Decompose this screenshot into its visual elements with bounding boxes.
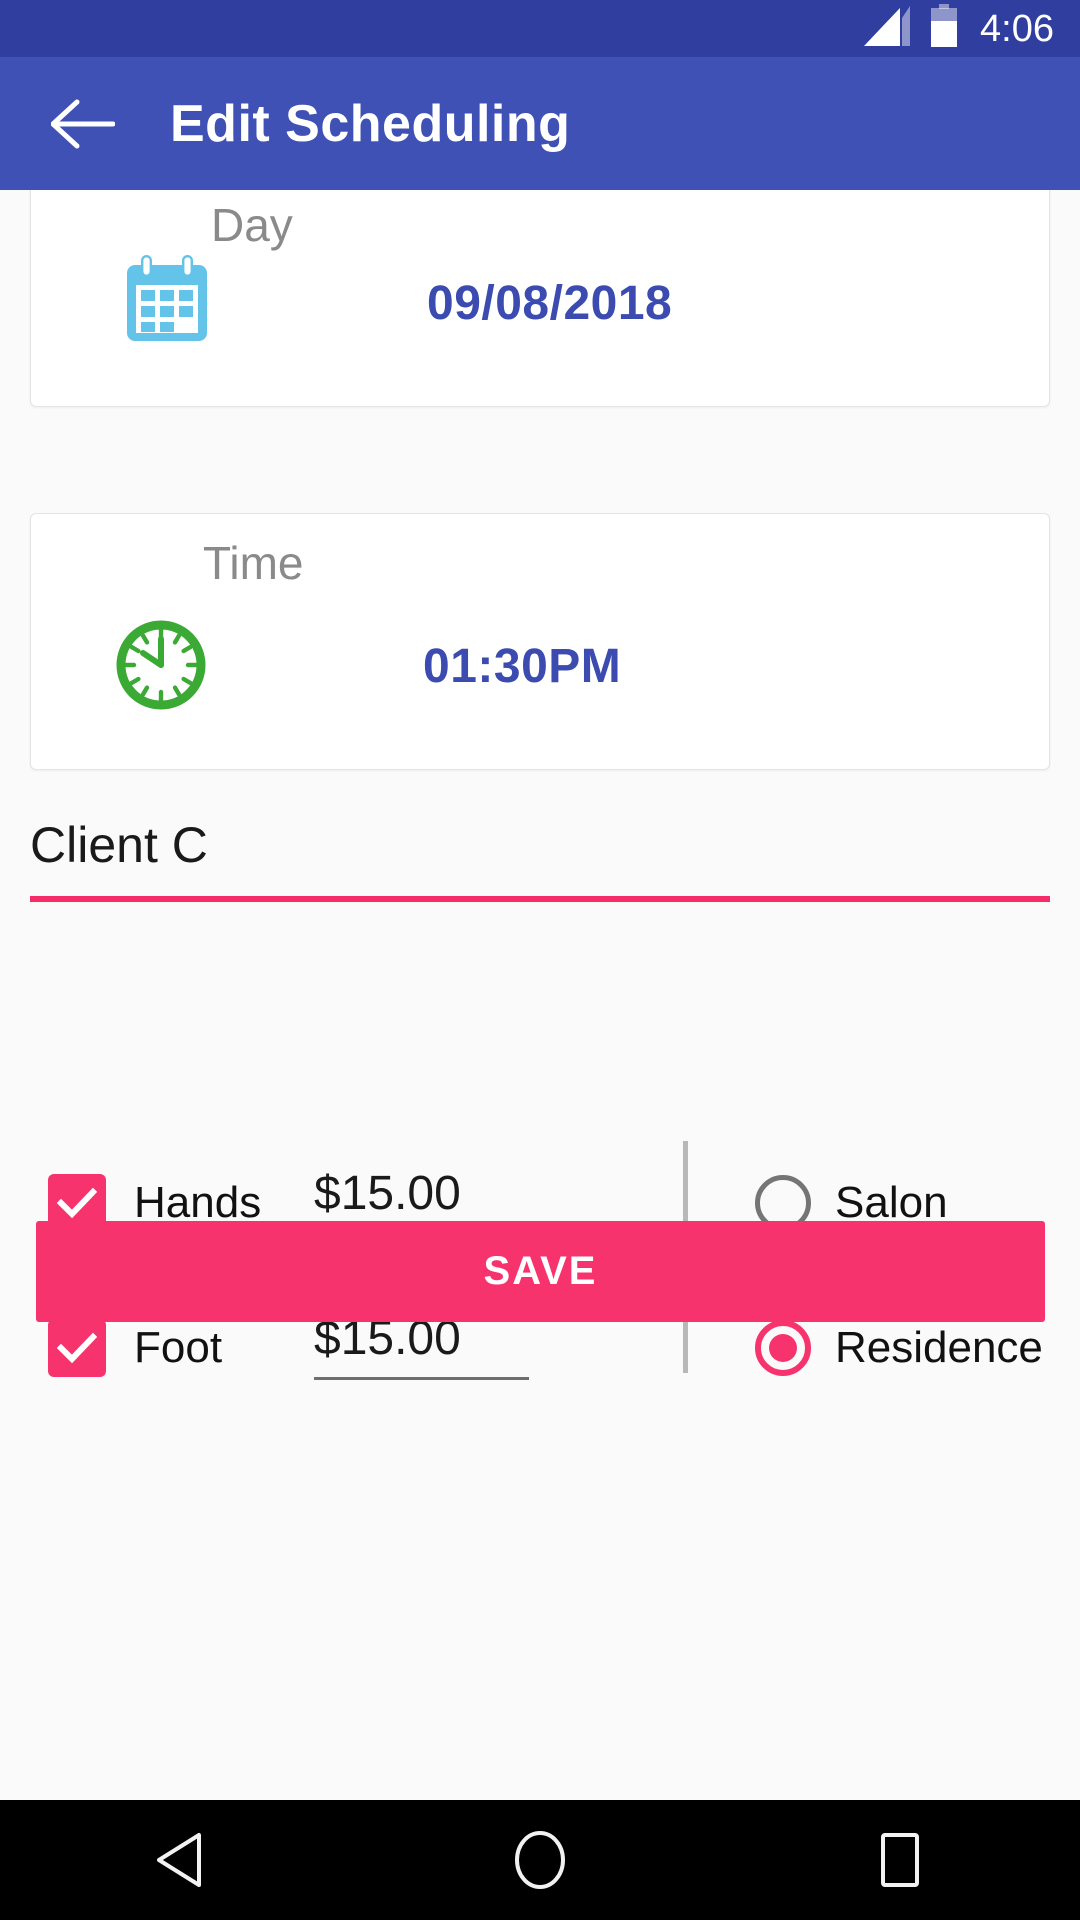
app-bar: Edit Scheduling [0,57,1080,190]
android-nav-bar [0,1800,1080,1920]
client-name-underline [30,896,1050,902]
app-screen: 4:06 Edit Scheduling Day 09/08/2018 Time… [0,0,1080,1920]
price-input-foot[interactable]: $15.00 [314,1315,529,1377]
service-label-foot: Foot [134,1322,223,1372]
status-bar: 4:06 [0,0,1080,57]
nav-recents-button[interactable] [810,1800,990,1920]
back-arrow-icon[interactable] [28,69,138,179]
status-icons [864,4,958,53]
scroll-content[interactable]: Day 09/08/2018 Time 01:30PM Client C Han… [0,190,1080,1800]
battery-icon [930,4,958,53]
day-value[interactable]: 09/08/2018 [427,276,672,331]
checkbox-foot[interactable] [48,1318,106,1377]
price-field-foot[interactable]: $15.00 [314,1315,529,1380]
nav-back-button[interactable] [90,1800,270,1920]
radio-label-residence: Residence [835,1322,1043,1372]
day-label: Day [211,199,293,251]
radio-residence[interactable] [755,1319,811,1376]
radio-label-salon: Salon [835,1177,948,1227]
radio-dot-residence [769,1333,797,1362]
client-name-input[interactable]: Client C [30,820,1050,896]
nav-home-button[interactable] [450,1800,630,1920]
time-label: Time [203,537,304,589]
status-bar-clock: 4:06 [980,7,1054,50]
calendar-icon [119,251,215,352]
day-card[interactable]: Day 09/08/2018 [30,190,1050,407]
time-value[interactable]: 01:30PM [423,639,621,694]
clock-icon [113,617,209,718]
client-name-field[interactable]: Client C [30,820,1050,902]
page-title: Edit Scheduling [170,94,571,153]
time-card[interactable]: Time 01:30PM [30,513,1050,770]
price-underline-foot [314,1377,529,1380]
service-label-hands: Hands [134,1177,262,1227]
signal-bars-icon [864,6,911,51]
save-button[interactable]: SAVE [36,1221,1045,1322]
